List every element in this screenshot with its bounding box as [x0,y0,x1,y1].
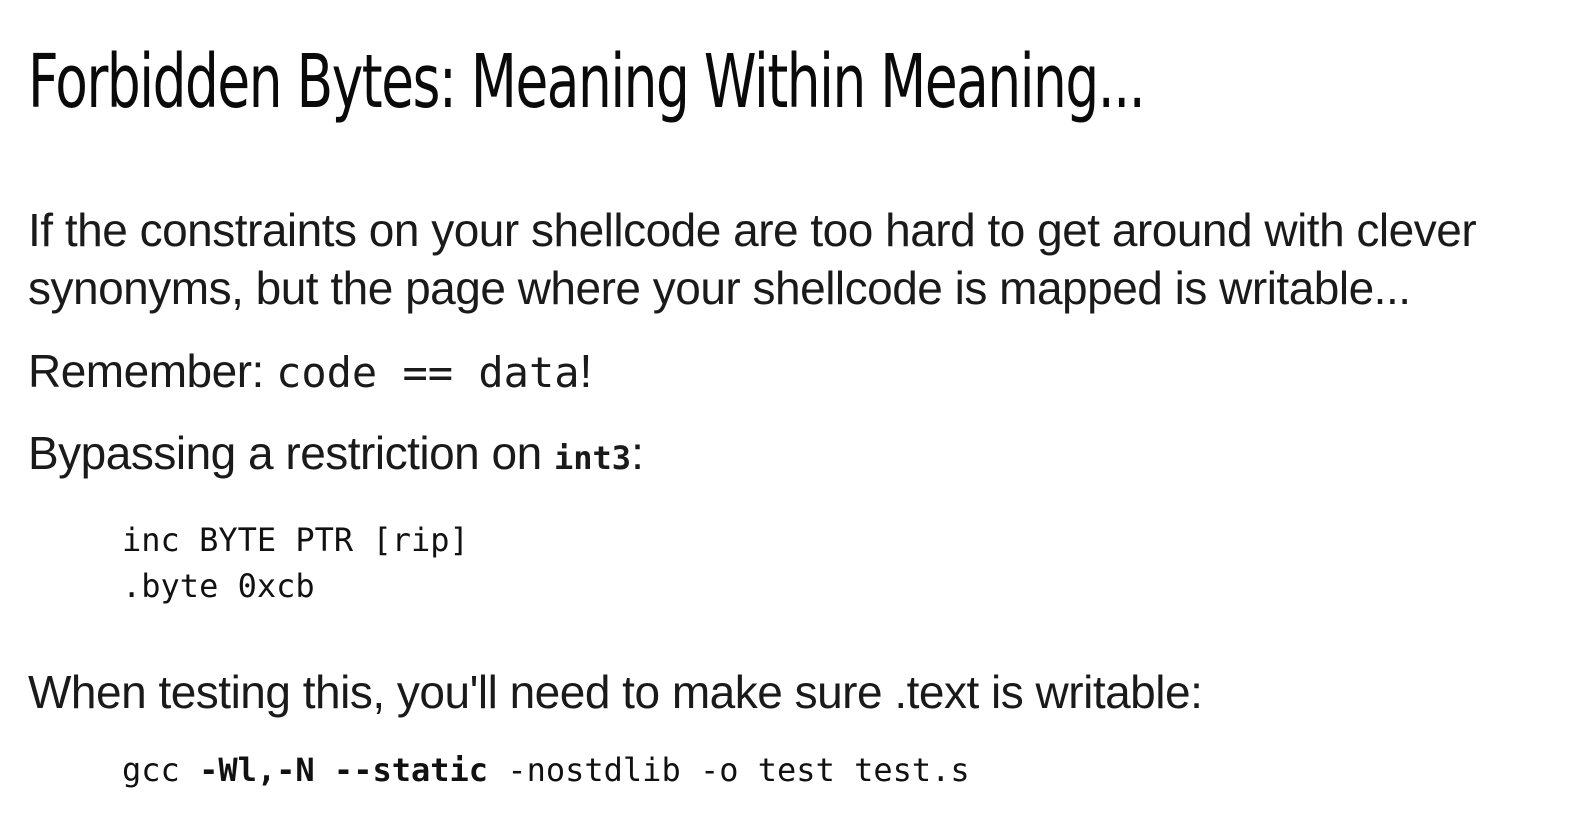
gcc-command-block: gcc -Wl,-N --static -nostdlib -o test te… [122,747,970,793]
gcc-command-part-3: -nostdlib -o test test.s [488,751,970,789]
bypass-prefix: Bypassing a restriction on [28,427,554,479]
remember-prefix: Remember: [28,345,277,397]
remember-paragraph: Remember: code == data! [28,342,592,402]
asm-line-2: .byte 0xcb [122,567,315,605]
bypass-paragraph: Bypassing a restriction on int3: [28,424,644,487]
int3-code: int3 [554,439,632,477]
asm-line-1: inc BYTE PTR [rip] [122,521,469,559]
slide-title: Forbidden Bytes: Meaning Within Meaning.… [28,39,1146,125]
gcc-command-flags: -Wl,-N --static [199,751,489,789]
remember-suffix: ! [579,345,593,397]
bypass-suffix: : [631,427,644,479]
intro-line-1: If the constraints on your shellcode are… [28,204,1477,256]
intro-paragraph: If the constraints on your shellcode are… [28,201,1477,317]
code-equals-data: code == data [276,348,580,397]
testing-paragraph: When testing this, you'll need to make s… [28,666,1203,718]
gcc-command-part-1: gcc [122,751,200,789]
intro-line-2: synonyms, but the page where your shellc… [28,262,1411,314]
asm-code-block: inc BYTE PTR [rip] .byte 0xcb [122,517,469,609]
